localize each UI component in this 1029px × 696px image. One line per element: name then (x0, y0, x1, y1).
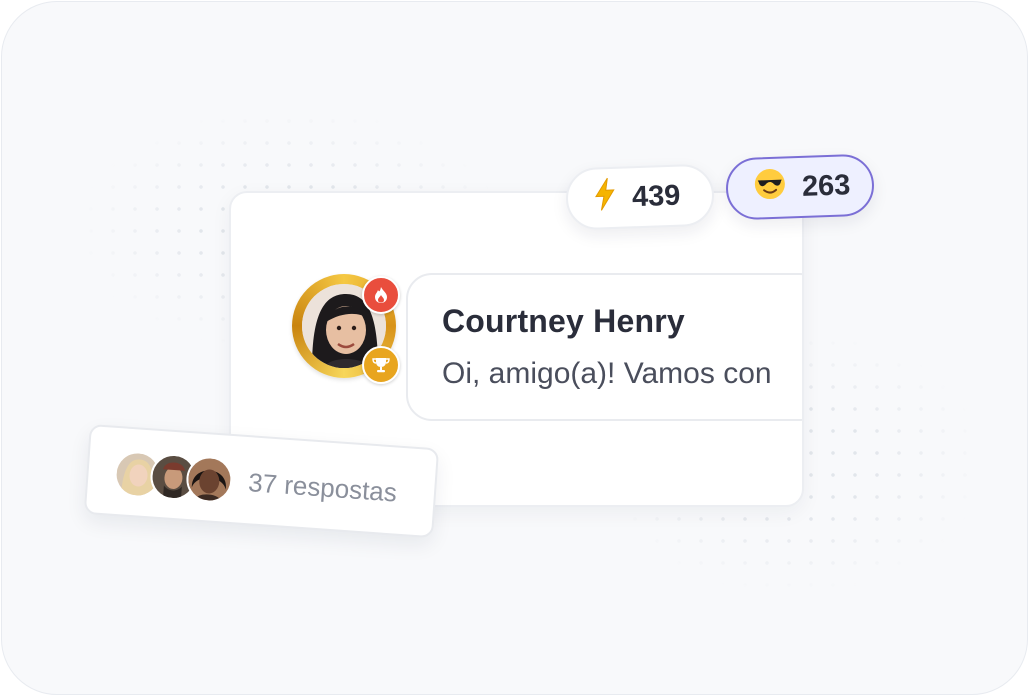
sunglasses-emoji-icon (753, 168, 786, 209)
replies-count-label: 37 respostas (247, 467, 398, 508)
cool-value: 263 (801, 168, 851, 203)
fire-badge-icon (362, 276, 400, 314)
reply-avatar (184, 454, 234, 505)
trophy-badge-icon (362, 346, 400, 384)
message-text: Oi, amigo(a)! Vamos con (442, 357, 772, 390)
lightning-icon (593, 177, 616, 220)
energy-stat-pill[interactable]: 439 (564, 163, 716, 231)
cool-stat-pill[interactable]: 263 (724, 153, 876, 221)
message-bubble[interactable]: Courtney Henry Oi, amigo(a)! Vamos con (406, 273, 802, 421)
energy-value: 439 (631, 179, 681, 213)
author-name: Courtney Henry (442, 303, 685, 339)
